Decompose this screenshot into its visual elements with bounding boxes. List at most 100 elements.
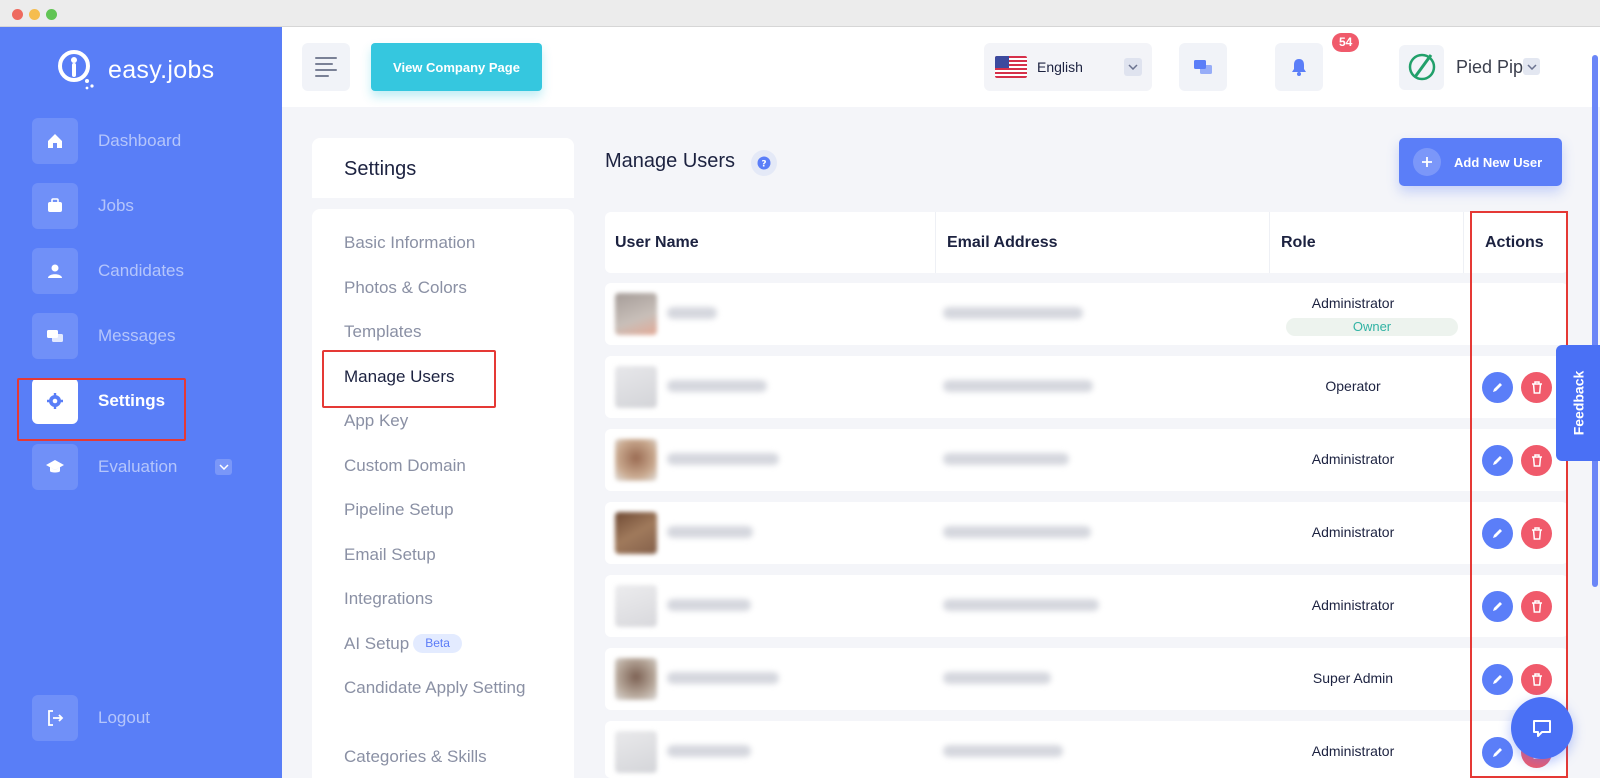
edit-user-button[interactable]: [1482, 518, 1513, 549]
edit-user-button[interactable]: [1482, 591, 1513, 622]
sidebar-item-dashboard[interactable]: Dashboard: [32, 118, 262, 164]
role-text: Administrator: [1311, 743, 1395, 759]
user-name-blurred: [667, 380, 767, 392]
brand-name: easy.jobs: [108, 55, 215, 84]
delete-user-button[interactable]: [1521, 664, 1552, 695]
chevron-down-icon[interactable]: [215, 459, 232, 475]
settings-header: Settings: [312, 138, 574, 198]
sidebar-item-jobs[interactable]: Jobs: [32, 183, 262, 229]
sidebar-item-label: Evaluation: [98, 457, 178, 476]
notifications-button[interactable]: [1275, 43, 1323, 91]
gear-icon: [32, 378, 78, 424]
settings-item-pipeline-setup[interactable]: Pipeline Setup: [344, 498, 454, 523]
role-text: Operator: [1325, 378, 1381, 394]
sidebar-item-evaluation[interactable]: Evaluation: [32, 444, 262, 490]
settings-item-candidate-apply-setting[interactable]: Candidate Apply Setting: [344, 676, 544, 701]
add-new-user-label: Add New User: [1454, 154, 1543, 170]
help-icon[interactable]: ?: [751, 150, 777, 176]
table-row: Operator: [605, 356, 1568, 418]
maximize-window-button[interactable]: [46, 9, 57, 20]
delete-user-button[interactable]: [1521, 591, 1552, 622]
role-text: Administrator: [1311, 451, 1395, 467]
email-blurred: [943, 526, 1091, 538]
language-label: English: [1037, 59, 1083, 75]
email-blurred: [943, 599, 1099, 611]
user-name-blurred: [667, 745, 751, 757]
trash-icon: [1531, 454, 1542, 467]
avatar: [615, 585, 657, 627]
logout-button[interactable]: Logout: [32, 695, 262, 741]
settings-item-email-setup[interactable]: Email Setup: [344, 543, 436, 568]
delete-user-button[interactable]: [1521, 372, 1552, 403]
feedback-tab[interactable]: Feedback: [1556, 345, 1600, 461]
sidebar-item-label: Dashboard: [98, 131, 182, 150]
bell-icon: [1292, 59, 1306, 76]
trash-icon: [1531, 381, 1542, 394]
minimize-window-button[interactable]: [29, 9, 40, 20]
settings-title: Settings: [344, 158, 417, 180]
chevron-down-icon[interactable]: [1523, 58, 1540, 75]
hamburger-line: [315, 75, 329, 77]
edit-user-button[interactable]: [1482, 445, 1513, 476]
sidebar-item-candidates[interactable]: Candidates: [32, 248, 262, 294]
avatar: [615, 439, 657, 481]
topbar: View Company Page English 54 Pied Pipe: [282, 27, 1600, 587]
role-text: Super Admin: [1312, 670, 1394, 686]
avatar: [615, 366, 657, 408]
settings-item-integrations[interactable]: Integrations: [344, 587, 433, 612]
plus-icon: [1413, 148, 1441, 176]
settings-item-manage-users[interactable]: Manage Users: [344, 365, 455, 390]
avatar: [615, 731, 657, 773]
chat-bubble-icon: [1533, 720, 1551, 737]
column-header-role[interactable]: Role: [1281, 212, 1316, 273]
notification-count-badge: 54: [1332, 33, 1360, 52]
email-blurred: [943, 307, 1083, 319]
messages-button[interactable]: [1179, 43, 1227, 91]
settings-item-templates[interactable]: Templates: [344, 320, 421, 345]
view-company-page-button[interactable]: View Company Page: [371, 43, 542, 91]
owner-badge: Owner: [1286, 318, 1458, 336]
edit-user-button[interactable]: [1482, 372, 1513, 403]
sidebar-item-label: Settings: [98, 391, 166, 410]
column-divider: [935, 212, 936, 273]
settings-item-custom-domain[interactable]: Custom Domain: [344, 454, 466, 479]
language-selector[interactable]: English: [984, 43, 1152, 91]
table-row: Administrator: [605, 429, 1568, 491]
edit-user-button[interactable]: [1482, 737, 1513, 768]
sidebar-item-settings[interactable]: Settings: [32, 378, 262, 424]
delete-user-button[interactable]: [1521, 445, 1552, 476]
menu-toggle-button[interactable]: [302, 43, 350, 91]
settings-item-categories-skills[interactable]: Categories & Skills: [344, 745, 487, 770]
add-new-user-button[interactable]: Add New User: [1399, 138, 1562, 186]
settings-item-basic-information[interactable]: Basic Information: [344, 231, 475, 256]
company-switcher[interactable]: Pied Pipe: [1399, 43, 1533, 91]
email-blurred: [943, 380, 1093, 392]
role-text: Administrator: [1311, 597, 1395, 613]
email-blurred: [943, 453, 1069, 465]
users-table-header: User Name Email Address Role Actions: [605, 212, 1568, 273]
delete-user-button[interactable]: [1521, 518, 1552, 549]
us-flag-icon: [995, 56, 1027, 78]
settings-item-ai-setup[interactable]: AI Setup Beta: [344, 632, 462, 657]
chat-icon: [1194, 60, 1212, 74]
user-name-blurred: [667, 307, 717, 319]
close-window-button[interactable]: [12, 9, 23, 20]
settings-item-photos-colors[interactable]: Photos & Colors: [344, 276, 467, 301]
page-title: Manage Users: [605, 150, 736, 172]
email-blurred: [943, 745, 1063, 757]
company-logo-icon: [1399, 44, 1444, 90]
edit-user-button[interactable]: [1482, 664, 1513, 695]
table-row: Super Admin: [605, 648, 1568, 710]
column-header-user-name[interactable]: User Name: [615, 212, 699, 273]
beta-badge: Beta: [413, 634, 462, 654]
column-divider: [1463, 212, 1464, 273]
table-row: Administrator Owner: [605, 283, 1568, 345]
settings-item-app-key[interactable]: App Key: [344, 409, 408, 434]
trash-icon: [1531, 600, 1542, 613]
column-header-email[interactable]: Email Address: [947, 212, 1058, 273]
support-chat-button[interactable]: [1511, 697, 1573, 759]
sidebar-item-messages[interactable]: Messages: [32, 313, 262, 359]
page-scrollbar[interactable]: [1592, 55, 1598, 587]
sidebar: easy.jobs Dashboard Jobs Candidates Mess…: [0, 27, 282, 778]
brand-logo[interactable]: easy.jobs: [56, 45, 214, 95]
